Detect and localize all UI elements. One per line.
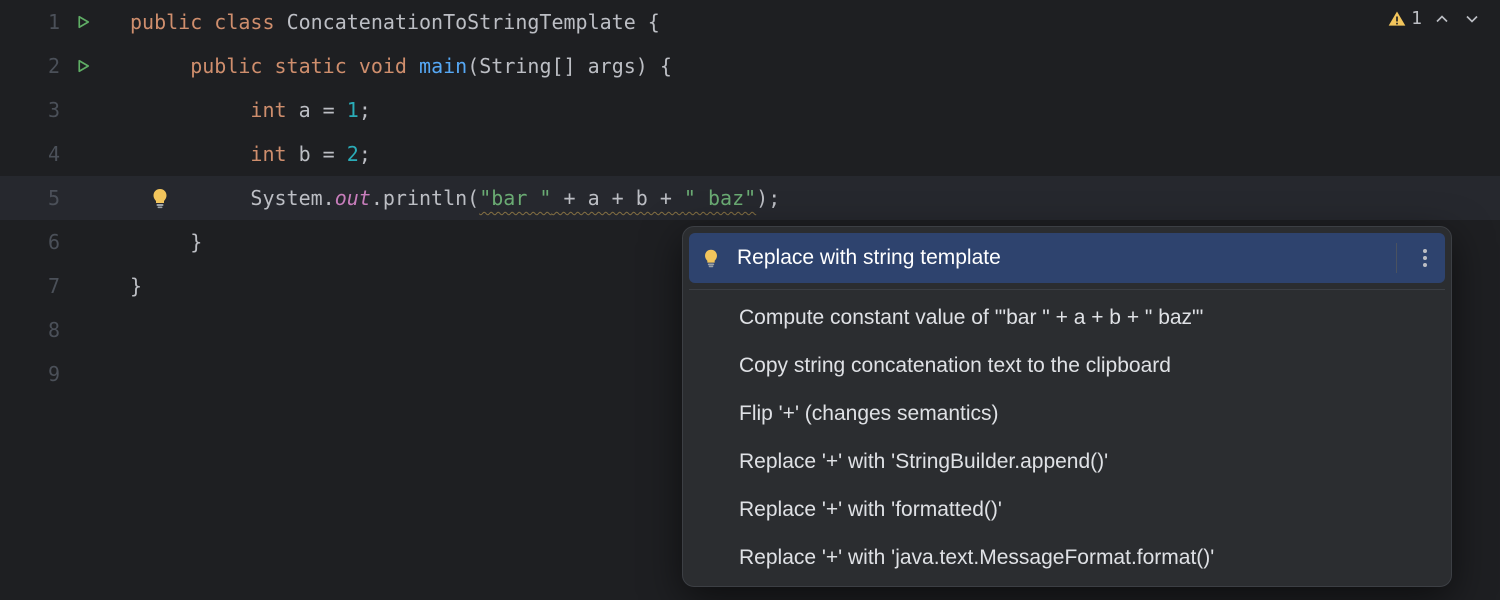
code-line[interactable]: 3 int a = 1; [0,88,1500,132]
code-content[interactable]: } [130,264,142,308]
intention-action-selected[interactable]: Replace with string template [689,233,1445,283]
intention-action-label: Compute constant value of '"bar " + a + … [739,306,1435,330]
code-editor[interactable]: 1 1 public class ConcatenationToStringTe… [0,0,1500,600]
line-number: 3 [28,98,60,122]
separator [689,289,1445,290]
intention-action-label: Replace '+' with 'StringBuilder.append()… [739,450,1435,474]
line-number: 8 [28,318,60,342]
intention-actions-popup: Replace with string template Compute con… [682,226,1452,587]
intention-action[interactable]: Copy string concatenation text to the cl… [683,342,1451,390]
code-content[interactable]: System.out.println("bar " + a + b + " ba… [130,176,780,220]
code-content[interactable]: } [130,220,202,264]
run-gutter-icon[interactable] [74,13,92,31]
line-number: 6 [28,230,60,254]
more-icon[interactable] [1415,249,1435,267]
line-number: 4 [28,142,60,166]
line-number: 7 [28,274,60,298]
code-content[interactable]: int a = 1; [130,88,371,132]
intention-action[interactable]: Replace '+' with 'formatted()' [683,486,1451,534]
gutter: 4 [0,132,130,176]
intention-action[interactable]: Replace '+' with 'StringBuilder.append()… [683,438,1451,486]
separator [1396,243,1397,273]
code-line[interactable]: 4 int b = 2; [0,132,1500,176]
code-line[interactable]: 1 public class ConcatenationToStringTemp… [0,0,1500,44]
line-number: 1 [28,10,60,34]
gutter: 6 [0,220,130,264]
intention-action-label: Replace '+' with 'java.text.MessageForma… [739,546,1435,570]
gutter: 1 [0,0,130,44]
line-number: 9 [28,362,60,386]
code-line[interactable]: 2 public static void main(String[] args)… [0,44,1500,88]
gutter: 3 [0,88,130,132]
gutter: 8 [0,308,130,352]
gutter: 5 [0,176,130,220]
run-gutter-icon[interactable] [74,57,92,75]
code-content[interactable]: public static void main(String[] args) { [130,44,672,88]
intention-action[interactable]: Compute constant value of '"bar " + a + … [683,294,1451,342]
line-number: 5 [28,186,60,210]
light-bulb-icon [699,247,723,269]
code-content[interactable]: int b = 2; [130,132,371,176]
intention-action[interactable]: Replace '+' with 'java.text.MessageForma… [683,534,1451,582]
intention-action-label: Replace '+' with 'formatted()' [739,498,1435,522]
code-content[interactable]: public class ConcatenationToStringTempla… [130,0,660,44]
intention-action[interactable]: Flip '+' (changes semantics) [683,390,1451,438]
code-line-active[interactable]: 5 System.out.println("bar " + a + b + " … [0,176,1500,220]
intention-action-label: Replace with string template [737,246,1378,270]
line-number: 2 [28,54,60,78]
gutter: 2 [0,44,130,88]
gutter: 9 [0,352,130,396]
gutter: 7 [0,264,130,308]
intention-action-label: Copy string concatenation text to the cl… [739,354,1435,378]
intention-action-label: Flip '+' (changes semantics) [739,402,1435,426]
